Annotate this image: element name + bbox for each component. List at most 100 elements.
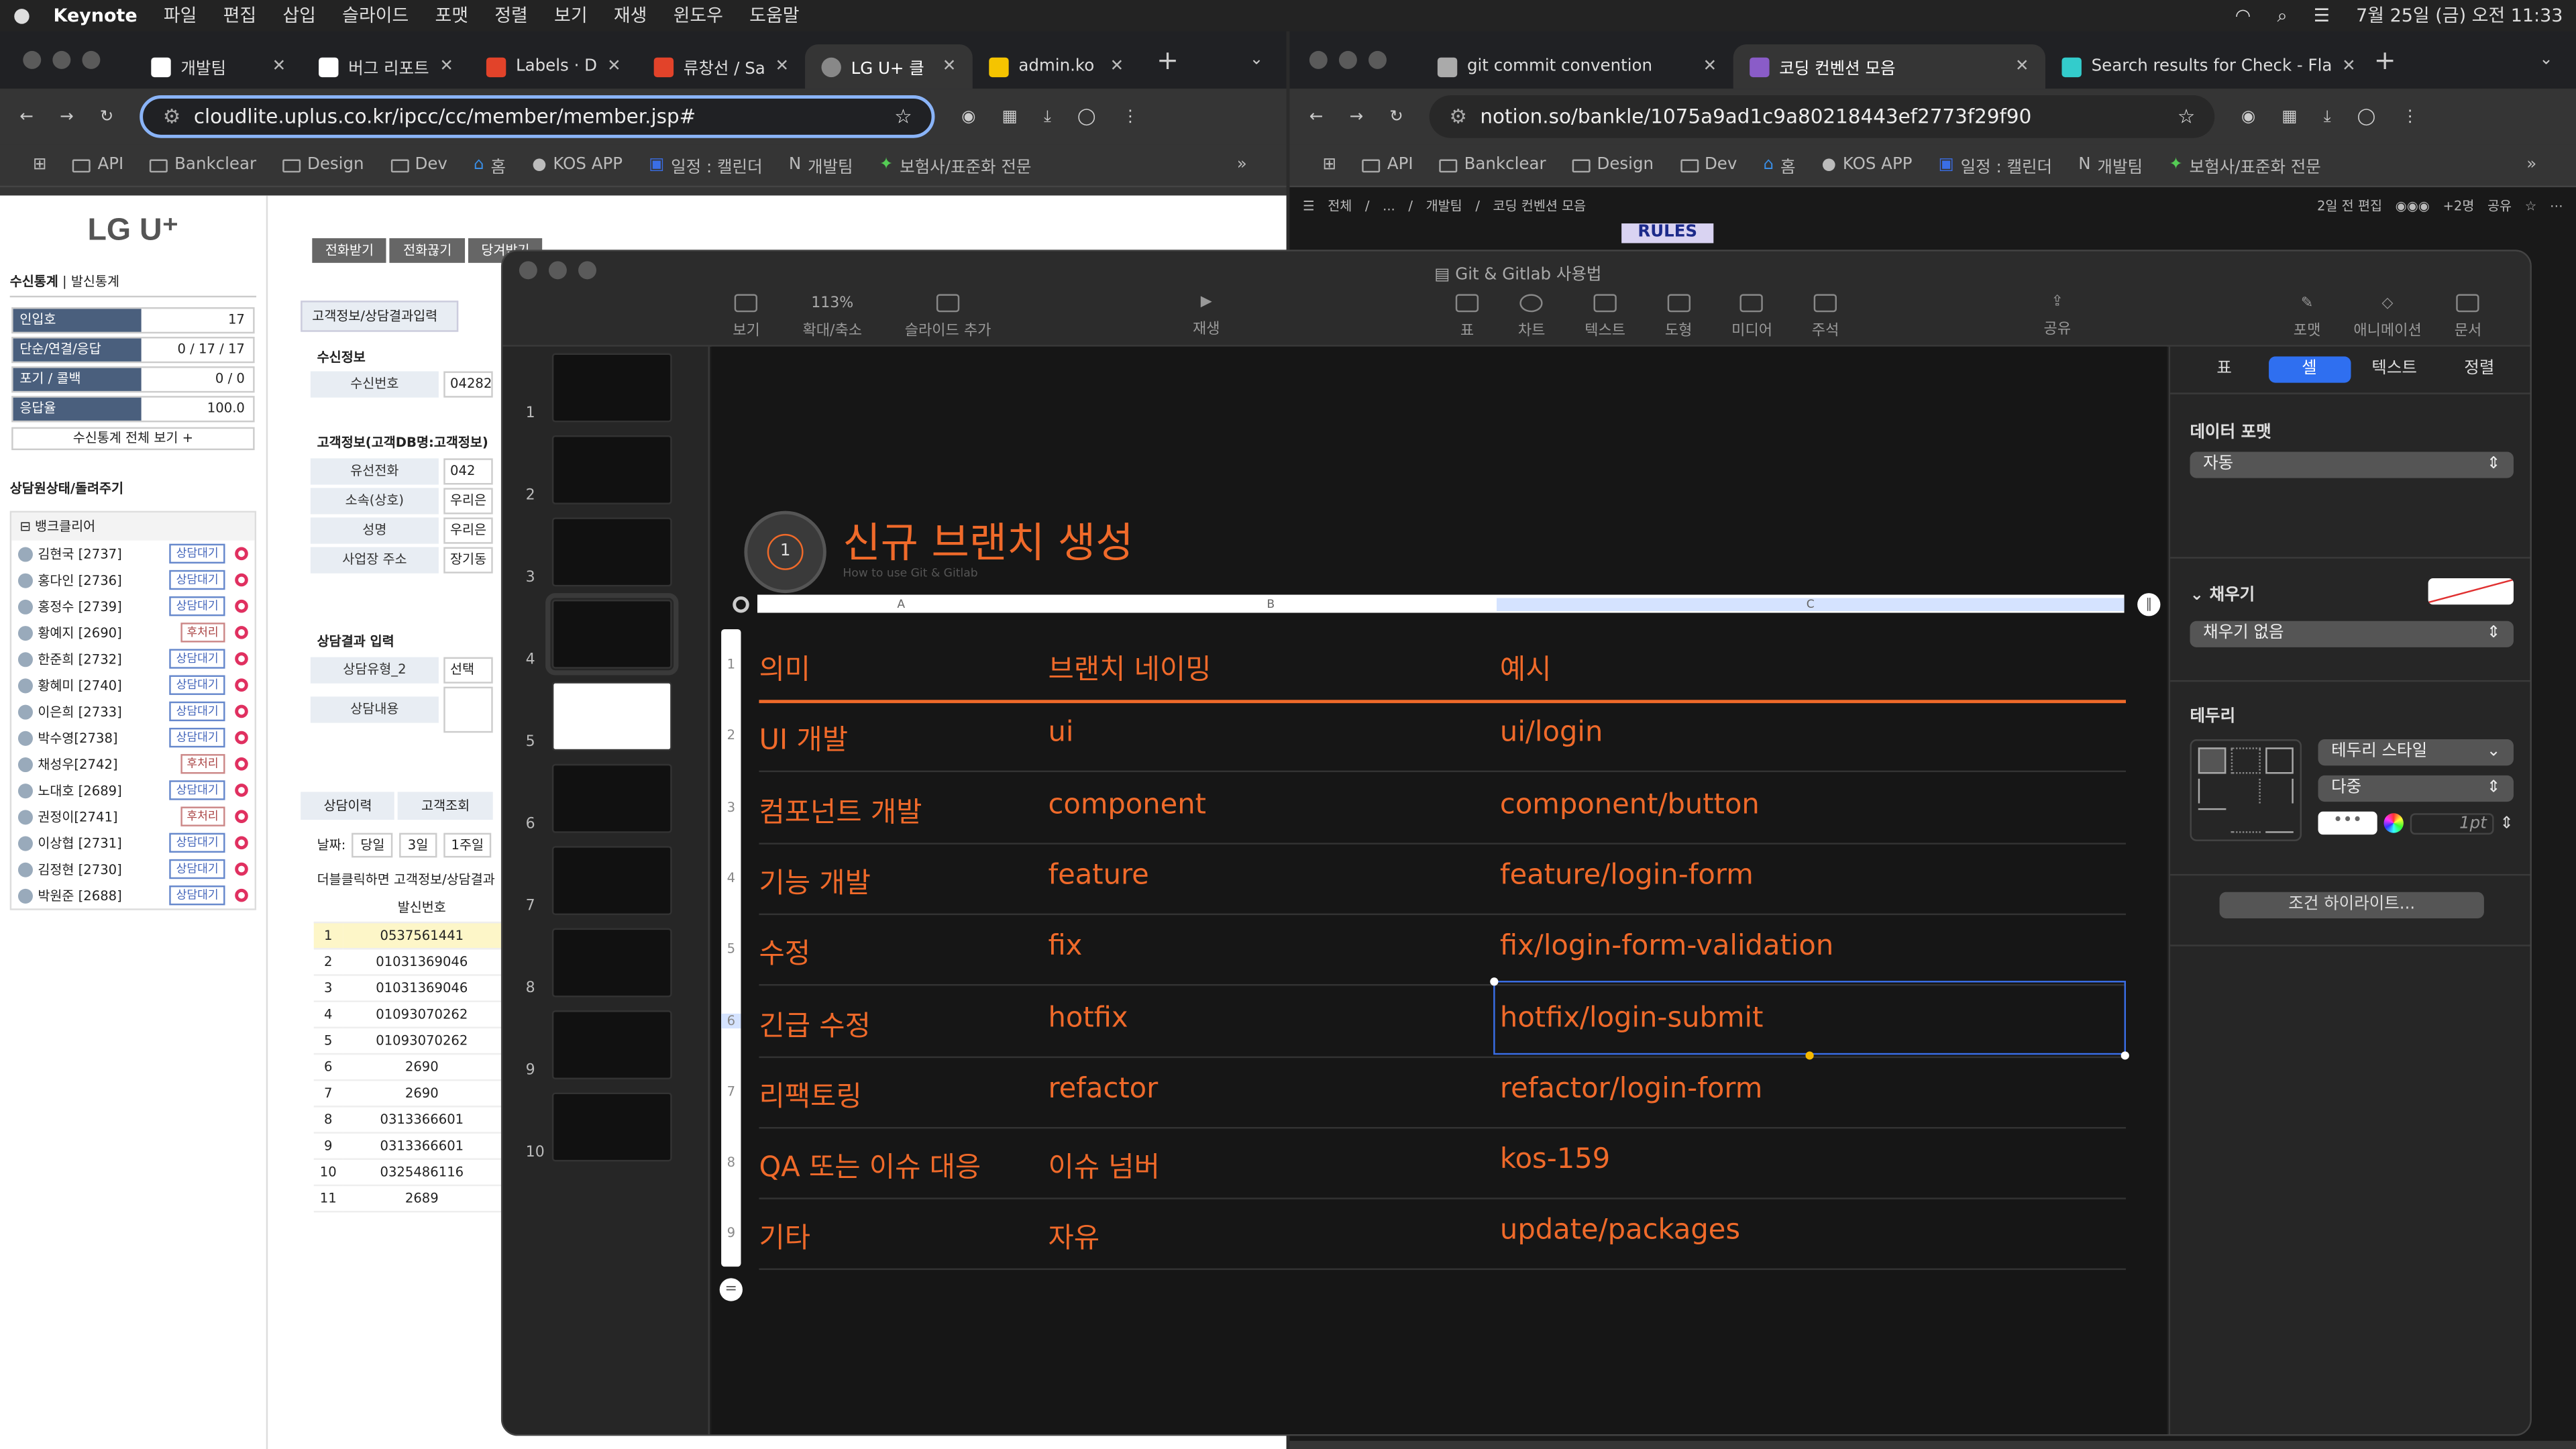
border-outer-icon[interactable] xyxy=(2265,747,2294,775)
stats-sub-tab[interactable]: 발신통계 xyxy=(71,274,119,289)
profile-icon[interactable]: ◯ xyxy=(2357,107,2375,125)
breadcrumb-item[interactable]: 개발팀 xyxy=(1426,197,1462,215)
new-tab-icon[interactable]: + xyxy=(2374,44,2396,76)
fill-type-popup[interactable]: 채우기 없음 ⇕ xyxy=(2190,621,2514,647)
border-bottom-icon[interactable] xyxy=(2265,808,2294,833)
close-tab-icon[interactable]: ✕ xyxy=(775,58,789,76)
slide-subheading[interactable]: How to use Git & Gitlab xyxy=(843,567,977,580)
add-slide-button[interactable]: 슬라이드 추가 xyxy=(905,294,991,340)
play-button[interactable]: ▶ 재생 xyxy=(1193,294,1220,338)
cust-value[interactable]: 042 xyxy=(443,458,493,485)
tab-ryu[interactable]: 류창선 / Sa ✕ xyxy=(637,44,805,89)
border-color-well[interactable]: ••• xyxy=(2318,811,2377,835)
menu-window[interactable]: 윈도우 xyxy=(660,0,737,32)
bookmark-api[interactable]: API xyxy=(1350,156,1427,174)
row-number[interactable]: 8 xyxy=(721,1155,741,1170)
agent-row[interactable]: 노대호 [2689] 상담대기 xyxy=(11,777,254,803)
row-number[interactable]: 1 xyxy=(721,657,741,672)
table-button[interactable]: 표 xyxy=(1455,294,1479,340)
menu-kebab-icon[interactable]: ⋮ xyxy=(2402,107,2418,125)
consult-type-select[interactable]: 선택 xyxy=(443,657,493,684)
agent-row[interactable]: 박수영[2738] 상담대기 xyxy=(11,724,254,751)
border-center-icon[interactable] xyxy=(2232,779,2260,803)
table-header-cell[interactable]: 예시 xyxy=(1500,645,1552,687)
agent-row[interactable]: 김정현 [2730] 상담대기 xyxy=(11,856,254,882)
call-transfer-icon[interactable] xyxy=(235,784,248,797)
call-row[interactable]: 5 01093070262 xyxy=(313,1026,501,1055)
agent-status-badge[interactable]: 상담대기 xyxy=(169,701,225,722)
agent-row[interactable]: 홍정수 [2739] 상담대기 xyxy=(11,593,254,619)
bookmark-dev[interactable]: Dev xyxy=(1667,156,1750,174)
agent-status-badge[interactable]: 상담대기 xyxy=(169,780,225,800)
menu-file[interactable]: 파일 xyxy=(150,0,210,32)
comment-button[interactable]: 주석 xyxy=(1812,294,1839,340)
tab-search-results[interactable]: Search results for Check - Fla ✕ xyxy=(2045,44,2357,89)
tab-lg-uplus[interactable]: LG U+ 클 ✕ xyxy=(805,44,973,89)
add-column-handle[interactable]: ‖ xyxy=(2137,593,2161,616)
menu-slide[interactable]: 슬라이드 xyxy=(329,0,422,32)
bookmark-kos[interactable]: ● KOS APP xyxy=(519,156,636,174)
call-transfer-icon[interactable] xyxy=(235,547,248,561)
add-row-handle[interactable]: = xyxy=(719,1278,743,1301)
call-row[interactable]: 11 2689 xyxy=(313,1184,501,1212)
menu-app-name[interactable]: Keynote xyxy=(44,0,150,32)
bookmark-design[interactable]: Design xyxy=(270,156,377,174)
forward-icon[interactable]: → xyxy=(60,107,74,125)
call-transfer-icon[interactable] xyxy=(235,836,248,850)
table-header-cell[interactable]: 브랜치 네이밍 xyxy=(1048,645,1211,687)
table-cell[interactable]: component/button xyxy=(1500,788,1760,821)
tab-customer-search[interactable]: 고객조회 xyxy=(398,792,493,820)
border-kind-popup[interactable]: 다중 ⇕ xyxy=(2318,775,2514,802)
table-select-handle[interactable] xyxy=(733,596,749,613)
shape-button[interactable]: 도형 xyxy=(1665,294,1692,340)
agent-row[interactable]: 채성우[2742] 후처리 xyxy=(11,751,254,777)
row-number[interactable]: 2 xyxy=(721,729,741,743)
call-transfer-icon[interactable] xyxy=(235,573,248,587)
extension-icon[interactable]: ▦ xyxy=(2282,107,2297,125)
document-button[interactable]: 문서 xyxy=(2455,294,2481,340)
stats-more-button[interactable]: 수신통계 전체 보기 + xyxy=(11,427,255,451)
call-transfer-icon[interactable] xyxy=(235,652,248,665)
answer-call-button[interactable]: 전화받기 xyxy=(312,238,387,263)
agent-status-badge[interactable]: 상담대기 xyxy=(169,570,225,590)
table-cell[interactable]: feature/login-form xyxy=(1500,859,1754,892)
tab-bug-report[interactable]: 버그 리포트 ✕ xyxy=(303,44,470,89)
close-tab-icon[interactable]: ✕ xyxy=(607,58,621,76)
reload-icon[interactable]: ↻ xyxy=(100,107,114,125)
apps-grid-icon[interactable]: ⊞ xyxy=(1309,156,1350,174)
call-transfer-icon[interactable] xyxy=(235,678,248,692)
menubar-clock[interactable]: 7월 25일 (금) 오전 11:33 xyxy=(2343,0,2576,32)
slide-thumbnail[interactable] xyxy=(551,435,672,504)
fill-color-well[interactable] xyxy=(2428,578,2514,605)
slide-thumbnail[interactable] xyxy=(551,1010,672,1079)
control-center-icon[interactable]: ☰ xyxy=(2300,0,2343,32)
agent-row[interactable]: 권정이[2741] 후처리 xyxy=(11,804,254,830)
agent-status-badge[interactable]: 상담대기 xyxy=(169,859,225,879)
cust-value[interactable]: 장기동 자 xyxy=(443,547,493,574)
call-row[interactable]: 1 0537561441 xyxy=(313,921,501,949)
call-transfer-icon[interactable] xyxy=(235,888,248,902)
agent-status-badge[interactable]: 상담대기 xyxy=(169,543,225,564)
table-cell[interactable]: feature xyxy=(1048,859,1148,892)
border-width-field[interactable]: 1pt xyxy=(2410,812,2493,834)
close-window-button[interactable] xyxy=(1309,50,1328,69)
border-picker[interactable] xyxy=(2190,739,2302,841)
format-button[interactable]: ✎ 포맷 xyxy=(2294,295,2321,339)
call-transfer-icon[interactable] xyxy=(235,731,248,745)
address-bar[interactable]: ⚙ notion.so/bankle/1075a9ad1c9a80218443ef… xyxy=(1430,95,2215,138)
bookmark-dev[interactable]: Dev xyxy=(377,156,460,174)
menu-play[interactable]: 재생 xyxy=(600,0,660,32)
close-tab-icon[interactable]: ✕ xyxy=(272,58,286,76)
bookmark-insurance[interactable]: ✦ 보험사/표준화 전문 xyxy=(2156,153,2334,178)
slide-thumbnail[interactable] xyxy=(551,517,672,587)
breadcrumb-item[interactable]: ... xyxy=(1383,198,1395,213)
table-cell[interactable]: 리팩토링 xyxy=(759,1073,861,1114)
slide-thumbnail[interactable] xyxy=(551,846,672,916)
more-bookmarks-icon[interactable]: » xyxy=(2514,156,2550,174)
tab-coding-convention[interactable]: 코딩 컨벤션 모음 ✕ xyxy=(1733,44,2046,89)
agent-row[interactable]: 황예지 [2690] 후처리 xyxy=(11,619,254,645)
close-tab-icon[interactable]: ✕ xyxy=(1703,58,1717,76)
agent-row[interactable]: 한준희 [2732] 상담대기 xyxy=(11,645,254,672)
menu-insert[interactable]: 삽입 xyxy=(270,0,329,32)
bookmark-home[interactable]: ⌂ 홈 xyxy=(461,153,519,178)
